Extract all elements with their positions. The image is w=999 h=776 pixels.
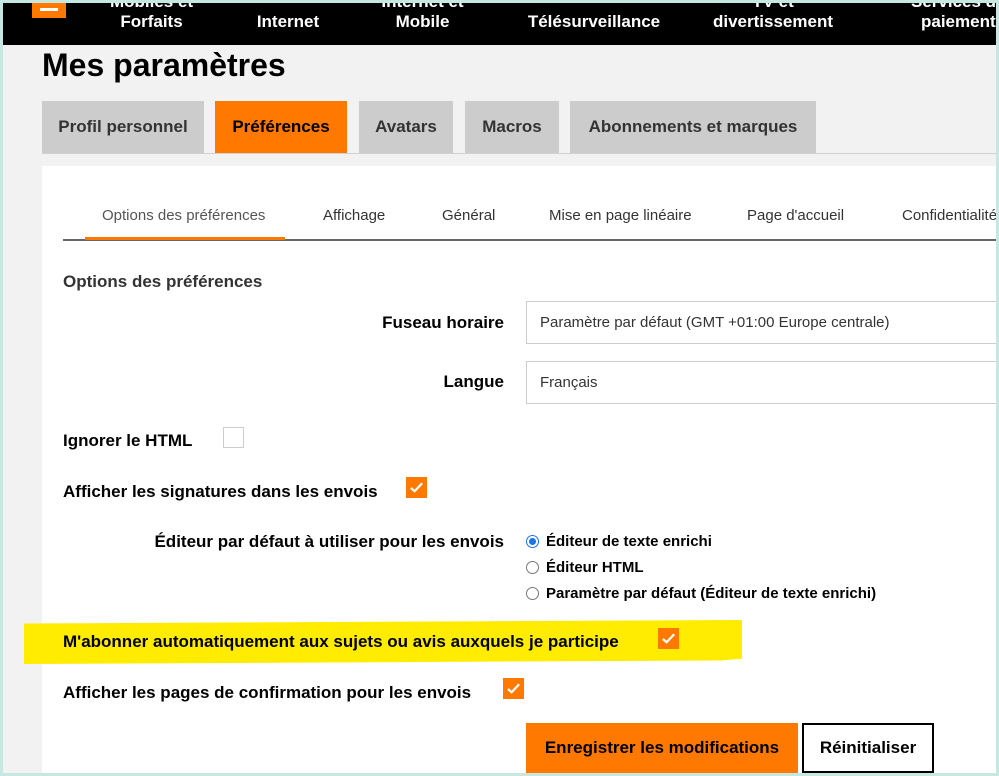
radio-label: Éditeur de texte enrichi	[546, 532, 712, 550]
nav-item-line2: paiement	[921, 12, 996, 31]
ignore-html-checkbox[interactable]	[223, 427, 244, 448]
tab-preferences[interactable]: Préférences	[215, 101, 347, 153]
checkmark-icon	[410, 482, 423, 493]
subtab-general[interactable]: Général	[442, 190, 495, 240]
orange-logo[interactable]	[32, 0, 66, 18]
checkmark-icon	[662, 633, 675, 644]
nav-item-internet-mobile[interactable]: Internet et Mobile	[365, 0, 480, 32]
radio-icon	[526, 586, 539, 600]
subtab-mise-en-page-lineaire[interactable]: Mise en page linéaire	[549, 190, 692, 240]
nav-item-line1	[233, 0, 343, 12]
confirm-pages-label: Afficher les pages de confirmation pour …	[63, 683, 472, 702]
radio-html-editor[interactable]: Éditeur HTML	[526, 557, 644, 577]
radio-selected-icon	[526, 534, 539, 548]
nav-item-line2: Forfaits	[120, 12, 183, 31]
page-title: Mes paramètres	[42, 47, 286, 83]
show-signatures-label: Afficher les signatures dans les envois	[63, 482, 378, 501]
nav-item-line2: Télésurveillance	[527, 12, 661, 31]
top-navigation: Mobiles et Forfaits Internet Internet et…	[3, 0, 996, 45]
nav-item-line1	[519, 0, 669, 12]
confirm-pages-checkbox[interactable]	[503, 678, 524, 699]
nav-item-line1: Mobiles et	[109, 0, 194, 11]
tab-abonnements-marques[interactable]: Abonnements et marques	[570, 101, 816, 153]
radio-icon	[526, 560, 539, 574]
tab-divider	[42, 153, 996, 154]
nav-item-line2: Internet	[256, 12, 320, 31]
language-label: Langue	[443, 372, 504, 391]
radio-label: Éditeur HTML	[546, 558, 644, 576]
tab-macros[interactable]: Macros	[465, 101, 559, 153]
show-signatures-checkbox[interactable]	[406, 477, 427, 498]
default-editor-label: Éditeur par défaut à utiliser pour les e…	[154, 532, 504, 551]
nav-item-mobiles-forfaits[interactable]: Mobiles et Forfaits	[94, 0, 209, 32]
auto-subscribe-label: M'abonner automatiquement aux sujets ou …	[63, 632, 619, 651]
radio-default-setting[interactable]: Paramètre par défaut (Éditeur de texte e…	[526, 583, 876, 603]
subtab-options-preferences[interactable]: Options des préférences	[102, 190, 265, 240]
menu-bar-icon	[40, 8, 58, 11]
tab-profil-personnel[interactable]: Profil personnel	[42, 101, 204, 153]
timezone-label: Fuseau horaire	[382, 313, 504, 332]
nav-item-internet[interactable]: Internet	[233, 0, 343, 32]
nav-item-line2: divertissement	[713, 12, 833, 31]
nav-item-line1: Services de	[911, 0, 996, 11]
reset-button[interactable]: Réinitialiser	[802, 723, 934, 773]
radio-label: Paramètre par défaut (Éditeur de texte e…	[546, 584, 877, 602]
subtab-confidentialite[interactable]: Confidentialité	[902, 190, 997, 240]
ignore-html-label: Ignorer le HTML	[63, 431, 193, 450]
tab-avatars[interactable]: Avatars	[359, 101, 453, 153]
language-select[interactable]: Français	[526, 361, 996, 404]
subtab-affichage[interactable]: Affichage	[323, 190, 385, 240]
nav-item-line2: Mobile	[395, 12, 450, 31]
section-title: Options des préférences	[63, 272, 263, 291]
auto-subscribe-checkbox[interactable]	[658, 628, 679, 649]
nav-item-telesurveillance[interactable]: Télésurveillance	[519, 0, 669, 32]
nav-item-tv-divertissement[interactable]: TV et divertissement	[703, 0, 843, 32]
radio-rich-text-editor[interactable]: Éditeur de texte enrichi	[526, 531, 712, 551]
sub-tabs: Options des préférences Affichage Généra…	[63, 190, 997, 242]
checkmark-icon	[507, 683, 520, 694]
nav-item-line1: TV et	[752, 0, 794, 11]
subtab-active-indicator	[85, 237, 285, 240]
nav-item-line1: Internet et	[381, 0, 464, 11]
save-changes-button[interactable]: Enregistrer les modifications	[526, 723, 798, 773]
subtab-page-accueil[interactable]: Page d'accueil	[747, 190, 844, 240]
nav-item-services-paiement[interactable]: Services de paiement	[903, 0, 996, 32]
timezone-select[interactable]: Paramètre par défaut (GMT +01:00 Europe …	[526, 301, 996, 344]
